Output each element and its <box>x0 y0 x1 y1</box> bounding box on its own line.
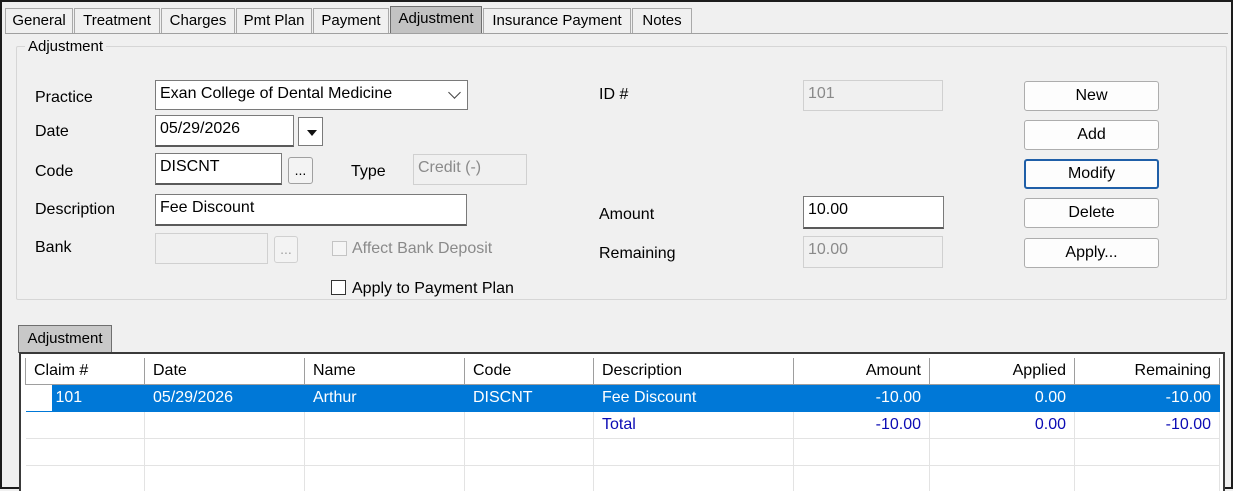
cell-empty <box>144 411 305 439</box>
remaining-value: 10.00 <box>808 241 849 258</box>
practice-select[interactable]: Exan College of Dental Medicine <box>155 80 468 110</box>
chevron-down-icon <box>448 86 461 99</box>
cell-claim: 101 <box>25 384 145 412</box>
column-header-code[interactable]: Code <box>464 358 594 385</box>
bank-label: Bank <box>35 239 72 256</box>
tab-payment[interactable]: Payment <box>313 8 389 34</box>
total-amount: -10.00 <box>793 411 930 439</box>
new-button[interactable]: New <box>1024 81 1159 111</box>
tab-adjustment[interactable]: Adjustment <box>390 6 482 34</box>
total-label: Total <box>593 411 794 439</box>
column-header-applied[interactable]: Applied <box>929 358 1075 385</box>
cell-amount: -10.00 <box>793 384 930 412</box>
tab-notes[interactable]: Notes <box>632 8 692 34</box>
affect-bank-deposit-checkbox <box>332 241 347 256</box>
date-label: Date <box>35 123 69 140</box>
type-label: Type <box>351 163 386 180</box>
grid-header-row: Claim # Date Name Code Description Amoun… <box>25 358 1220 385</box>
cell-description: Fee Discount <box>593 384 794 412</box>
date-field[interactable]: 05/29/2026 <box>155 115 294 147</box>
delete-button[interactable]: Delete <box>1024 198 1159 228</box>
column-header-name[interactable]: Name <box>304 358 465 385</box>
total-applied: 0.00 <box>929 411 1075 439</box>
groupbox-title: Adjustment <box>25 38 107 56</box>
cell-applied: 0.00 <box>929 384 1075 412</box>
id-label: ID # <box>599 86 629 103</box>
apply-to-payment-plan-label[interactable]: Apply to Payment Plan <box>352 279 514 299</box>
table-row[interactable]: 101 05/29/2026 Arthur DISCNT Fee Discoun… <box>25 384 1220 412</box>
tab-pmt-plan[interactable]: Pmt Plan <box>236 8 312 34</box>
practice-label: Practice <box>35 89 93 106</box>
column-header-remaining[interactable]: Remaining <box>1074 358 1220 385</box>
apply-to-payment-plan-checkbox[interactable] <box>331 280 346 295</box>
apply-button[interactable]: Apply... <box>1024 238 1159 268</box>
amount-field[interactable]: 10.00 <box>803 196 944 229</box>
id-field: 101 <box>803 80 943 111</box>
cell-name: Arthur <box>304 384 465 412</box>
tab-general[interactable]: General <box>5 8 73 34</box>
description-label: Description <box>35 201 116 218</box>
adjustment-grid: Claim # Date Name Code Description Amoun… <box>19 352 1225 491</box>
column-header-date[interactable]: Date <box>144 358 305 385</box>
add-button[interactable]: Add <box>1024 120 1159 150</box>
tab-treatment[interactable]: Treatment <box>74 8 160 34</box>
date-dropdown-button[interactable] <box>298 117 323 146</box>
tab-adjustment-list[interactable]: Adjustment <box>18 325 112 353</box>
adjustment-table: Claim # Date Name Code Description Amoun… <box>25 358 1220 491</box>
code-value: DISCNT <box>160 158 220 175</box>
column-header-amount[interactable]: Amount <box>793 358 930 385</box>
cell-date: 05/29/2026 <box>144 384 305 412</box>
column-header-description[interactable]: Description <box>593 358 794 385</box>
amount-label: Amount <box>599 206 655 223</box>
cell-empty <box>464 411 594 439</box>
modify-button[interactable]: Modify <box>1024 159 1159 189</box>
remaining-label: Remaining <box>599 245 676 262</box>
column-header-claim[interactable]: Claim # <box>25 358 145 385</box>
description-value: Fee Discount <box>160 199 255 216</box>
cell-empty <box>25 411 145 439</box>
amount-value: 10.00 <box>808 201 849 218</box>
cell-remaining: -10.00 <box>1074 384 1220 412</box>
type-field: Credit (-) <box>413 154 527 185</box>
tab-charges[interactable]: Charges <box>161 8 235 34</box>
remaining-field: 10.00 <box>803 236 943 268</box>
dropdown-arrow-icon <box>307 130 317 136</box>
code-browse-button[interactable]: ... <box>288 157 313 184</box>
adjustment-window: General Treatment Charges Pmt Plan Payme… <box>0 0 1233 491</box>
total-row: Total -10.00 0.00 -10.00 <box>25 411 1220 439</box>
description-field[interactable]: Fee Discount <box>155 194 467 226</box>
type-value: Credit (-) <box>418 159 482 176</box>
bank-browse-button: ... <box>274 236 298 263</box>
total-remaining: -10.00 <box>1074 411 1220 439</box>
empty-row <box>25 438 1220 466</box>
code-label: Code <box>35 163 74 180</box>
cell-empty <box>304 411 465 439</box>
tab-divider <box>5 33 1228 34</box>
cell-code: DISCNT <box>464 384 594 412</box>
code-field[interactable]: DISCNT <box>155 153 282 185</box>
bank-field <box>155 233 268 264</box>
affect-bank-deposit-label: Affect Bank Deposit <box>352 240 493 257</box>
empty-row <box>25 465 1220 491</box>
tab-insurance-payment[interactable]: Insurance Payment <box>483 8 631 34</box>
practice-value: Exan College of Dental Medicine <box>160 85 393 102</box>
id-value: 101 <box>808 85 835 102</box>
date-value: 05/29/2026 <box>160 120 241 137</box>
